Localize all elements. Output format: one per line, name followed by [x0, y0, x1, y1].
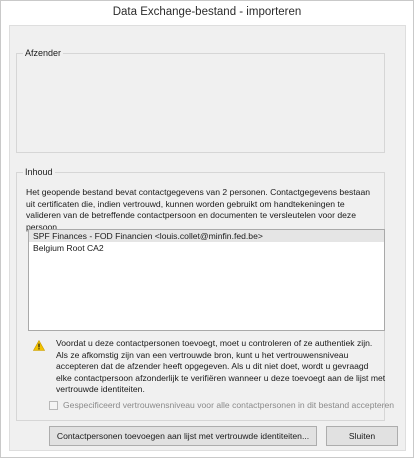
accept-trust-option[interactable]: Gespecificeerd vertrouwensniveau voor al… — [49, 399, 394, 411]
contacts-list[interactable]: SPF Finances - FOD Financien <louis.coll… — [28, 229, 385, 331]
import-dialog: Data Exchange-bestand - importeren Afzen… — [0, 0, 414, 458]
window-title: Data Exchange-bestand - importeren — [1, 1, 413, 25]
contacts-list-item[interactable]: Belgium Root CA2 — [29, 242, 384, 254]
accept-trust-checkbox[interactable] — [49, 400, 58, 410]
close-button[interactable]: Sluiten — [326, 426, 398, 446]
content-group-legend: Inhoud — [25, 167, 53, 177]
content-description: Het geopende bestand bevat contactgegeve… — [26, 187, 371, 232]
warning-triangle-icon — [33, 340, 45, 351]
sender-group: Afzender — [16, 48, 385, 153]
accept-trust-label: Gespecificeerd vertrouwensniveau voor al… — [63, 400, 395, 410]
warning-message: Voordat u deze contactpersonen toevoegt,… — [56, 338, 386, 394]
add-to-trusted-identities-button[interactable]: Contactpersonen toevoegen aan lijst met … — [49, 426, 317, 446]
contacts-list-item[interactable]: SPF Finances - FOD Financien <louis.coll… — [29, 230, 384, 242]
sender-group-legend: Afzender — [25, 48, 62, 58]
